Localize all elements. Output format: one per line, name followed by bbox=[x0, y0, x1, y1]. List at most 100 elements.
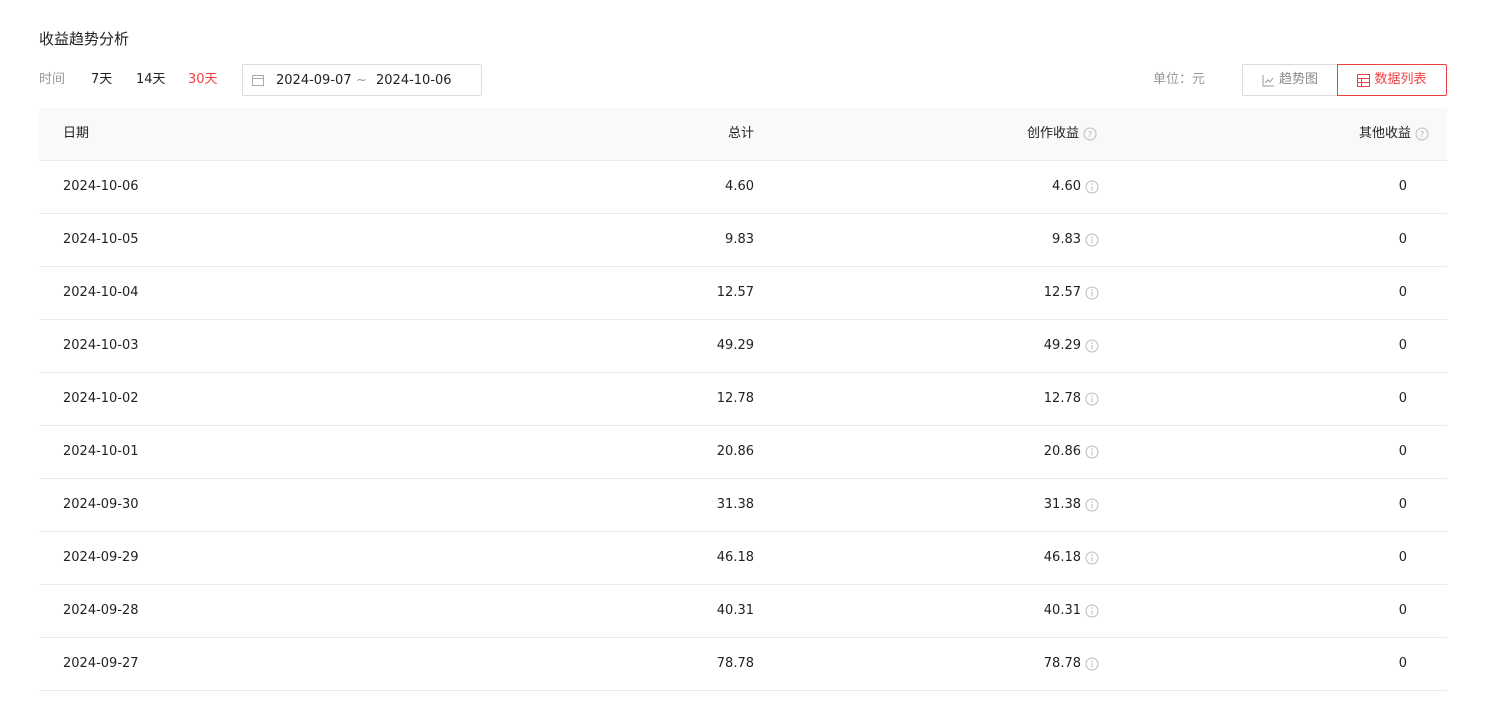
trend-chart-view-button[interactable]: 趋势图 bbox=[1242, 64, 1338, 96]
cell-date: 2024-09-30 bbox=[63, 497, 139, 512]
cell-creation-value: 4.60 bbox=[1052, 179, 1081, 194]
cell-other-earnings: 0 bbox=[1398, 656, 1407, 671]
cell-total: 4.60 bbox=[725, 179, 754, 194]
cell-other-earnings: 0 bbox=[1398, 338, 1407, 353]
info-icon[interactable] bbox=[1085, 233, 1099, 247]
cell-creation-earnings: 4.60 bbox=[1052, 161, 1099, 213]
date-range-separator: ~ bbox=[356, 73, 367, 88]
calendar-icon bbox=[252, 75, 264, 86]
table-row: 2024-09-29 46.18 46.18 0 bbox=[39, 532, 1447, 585]
column-header-creation-label: 创作收益 bbox=[1026, 126, 1079, 141]
cell-creation-earnings: 46.18 bbox=[1044, 532, 1099, 584]
column-header-other-label: 其他收益 bbox=[1358, 126, 1411, 141]
cell-date: 2024-10-01 bbox=[63, 444, 139, 459]
info-icon[interactable] bbox=[1085, 392, 1099, 406]
cell-total: 31.38 bbox=[716, 497, 754, 512]
cell-other-earnings: 0 bbox=[1398, 179, 1407, 194]
table-row: 2024-09-27 78.78 78.78 0 bbox=[39, 638, 1447, 691]
table-row: 2024-10-03 49.29 49.29 0 bbox=[39, 320, 1447, 373]
svg-text:?: ? bbox=[1088, 131, 1093, 141]
table-row: 2024-09-30 31.38 31.38 0 bbox=[39, 479, 1447, 532]
cell-other-earnings: 0 bbox=[1398, 550, 1407, 565]
cell-other-earnings: 0 bbox=[1398, 603, 1407, 618]
page-title: 收益趋势分析 bbox=[39, 30, 130, 48]
cell-date: 2024-10-02 bbox=[63, 391, 139, 406]
cell-creation-value: 12.78 bbox=[1043, 391, 1081, 406]
range-option-14-days[interactable]: 14天 bbox=[136, 71, 166, 89]
column-header-date: 日期 bbox=[63, 126, 90, 141]
table-row: 2024-10-05 9.83 9.83 0 bbox=[39, 214, 1447, 267]
cell-total: 40.31 bbox=[716, 603, 754, 618]
cell-creation-value: 46.18 bbox=[1043, 550, 1081, 565]
info-icon[interactable] bbox=[1085, 551, 1099, 565]
cell-creation-value: 9.83 bbox=[1052, 232, 1081, 247]
cell-total: 46.18 bbox=[716, 550, 754, 565]
table-icon bbox=[1357, 73, 1371, 87]
date-range-end[interactable]: 2024-10-06 bbox=[376, 72, 452, 89]
cell-date: 2024-10-06 bbox=[63, 179, 139, 194]
cell-date: 2024-10-05 bbox=[63, 232, 139, 247]
cell-creation-earnings: 20.86 bbox=[1044, 426, 1099, 478]
table-row: 2024-10-02 12.78 12.78 0 bbox=[39, 373, 1447, 426]
cell-creation-value: 40.31 bbox=[1043, 603, 1081, 618]
filter-bar: 时间 7天 14天 30天 2024-09-07 ~ 2024-10-06 单位… bbox=[39, 64, 1447, 96]
cell-total: 12.57 bbox=[716, 285, 754, 300]
cell-date: 2024-10-03 bbox=[63, 338, 139, 353]
cell-date: 2024-09-27 bbox=[63, 656, 139, 671]
cell-creation-value: 49.29 bbox=[1043, 338, 1081, 353]
cell-creation-earnings: 40.31 bbox=[1044, 585, 1099, 637]
cell-other-earnings: 0 bbox=[1398, 232, 1407, 247]
cell-other-earnings: 0 bbox=[1398, 497, 1407, 512]
cell-date: 2024-10-04 bbox=[63, 285, 139, 300]
table-header-row: 日期 总计 创作收益 ? 其他收益 ? bbox=[39, 108, 1447, 161]
range-option-7-days[interactable]: 7天 bbox=[91, 71, 112, 89]
unit-label: 单位：元 bbox=[1153, 72, 1206, 87]
cell-date: 2024-09-29 bbox=[63, 550, 139, 565]
cell-total: 49.29 bbox=[716, 338, 754, 353]
column-header-total: 总计 bbox=[727, 126, 754, 141]
cell-creation-earnings: 12.78 bbox=[1044, 373, 1099, 425]
cell-creation-value: 31.38 bbox=[1043, 497, 1081, 512]
cell-creation-earnings: 31.38 bbox=[1044, 479, 1099, 531]
data-list-view-label: 数据列表 bbox=[1374, 72, 1427, 87]
cell-creation-earnings: 78.78 bbox=[1044, 638, 1099, 690]
time-filter-label: 时间 bbox=[39, 72, 66, 87]
svg-text:?: ? bbox=[1420, 131, 1425, 141]
info-icon[interactable] bbox=[1085, 657, 1099, 671]
question-icon[interactable]: ? bbox=[1415, 127, 1429, 141]
cell-total: 78.78 bbox=[716, 656, 754, 671]
cell-creation-earnings: 12.57 bbox=[1044, 267, 1099, 319]
cell-total: 12.78 bbox=[716, 391, 754, 406]
info-icon[interactable] bbox=[1085, 445, 1099, 459]
cell-date: 2024-09-28 bbox=[63, 603, 139, 618]
question-icon[interactable]: ? bbox=[1083, 127, 1097, 141]
cell-other-earnings: 0 bbox=[1398, 444, 1407, 459]
cell-creation-value: 12.57 bbox=[1043, 285, 1081, 300]
info-icon[interactable] bbox=[1085, 339, 1099, 353]
cell-creation-earnings: 9.83 bbox=[1052, 214, 1099, 266]
date-range-start[interactable]: 2024-09-07 bbox=[276, 72, 352, 89]
line-chart-icon bbox=[1262, 74, 1274, 86]
info-icon[interactable] bbox=[1085, 286, 1099, 300]
column-header-creation-earnings: 创作收益 ? bbox=[1027, 108, 1097, 160]
data-list-view-button[interactable]: 数据列表 bbox=[1337, 64, 1447, 96]
range-option-30-days[interactable]: 30天 bbox=[188, 71, 218, 89]
trend-chart-view-label: 趋势图 bbox=[1278, 72, 1318, 87]
table-row: 2024-09-28 40.31 40.31 0 bbox=[39, 585, 1447, 638]
info-icon[interactable] bbox=[1085, 498, 1099, 512]
cell-total: 20.86 bbox=[716, 444, 754, 459]
cell-other-earnings: 0 bbox=[1398, 285, 1407, 300]
cell-creation-value: 20.86 bbox=[1043, 444, 1081, 459]
date-range-picker[interactable]: 2024-09-07 ~ 2024-10-06 bbox=[242, 64, 482, 96]
info-icon[interactable] bbox=[1085, 604, 1099, 618]
cell-total: 9.83 bbox=[725, 232, 754, 247]
table-row: 2024-10-01 20.86 20.86 0 bbox=[39, 426, 1447, 479]
table-row: 2024-10-04 12.57 12.57 0 bbox=[39, 267, 1447, 320]
earnings-table: 日期 总计 创作收益 ? 其他收益 ? 2024-10-06 4.60 4.60 0 2… bbox=[39, 108, 1447, 691]
table-row: 2024-10-06 4.60 4.60 0 bbox=[39, 161, 1447, 214]
cell-other-earnings: 0 bbox=[1398, 391, 1407, 406]
cell-creation-value: 78.78 bbox=[1043, 656, 1081, 671]
info-icon[interactable] bbox=[1085, 180, 1099, 194]
column-header-other-earnings: 其他收益 ? bbox=[1359, 108, 1429, 160]
cell-creation-earnings: 49.29 bbox=[1044, 320, 1099, 372]
